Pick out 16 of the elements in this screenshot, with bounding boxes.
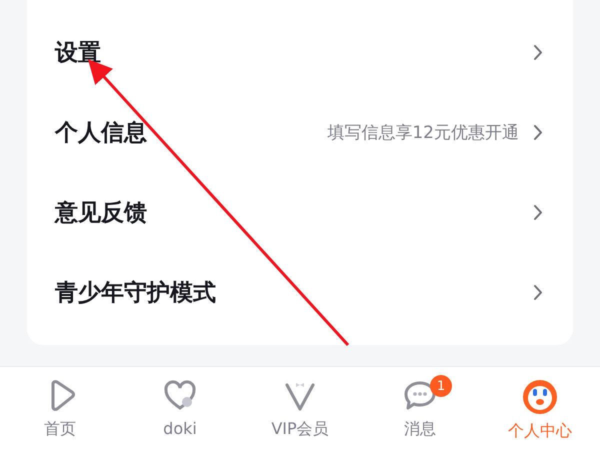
smiley-icon xyxy=(522,379,558,415)
tab-item[interactable]: 消息 1 xyxy=(360,367,480,450)
notification-badge: 1 xyxy=(430,375,452,397)
tab-item[interactable]: 首页 xyxy=(0,367,120,450)
tab-item[interactable]: 个人中心 xyxy=(480,367,600,450)
chevron-icon xyxy=(533,44,543,60)
chevron-icon xyxy=(533,204,543,220)
menu-item[interactable]: 意见反馈 xyxy=(27,172,573,252)
tab-item[interactable]: VIP会员 xyxy=(240,367,360,450)
tab-item[interactable]: doki xyxy=(120,367,240,450)
chevron-icon xyxy=(533,124,543,140)
menu-item[interactable]: 设置 xyxy=(27,12,573,92)
menu-item[interactable]: 个人信息 填写信息享12元优惠开通 xyxy=(27,92,573,172)
menu-hint: 填写信息享12元优惠开通 xyxy=(327,122,519,144)
menu-item[interactable]: 青少年守护模式 xyxy=(27,252,573,332)
chevron-icon xyxy=(533,284,543,300)
